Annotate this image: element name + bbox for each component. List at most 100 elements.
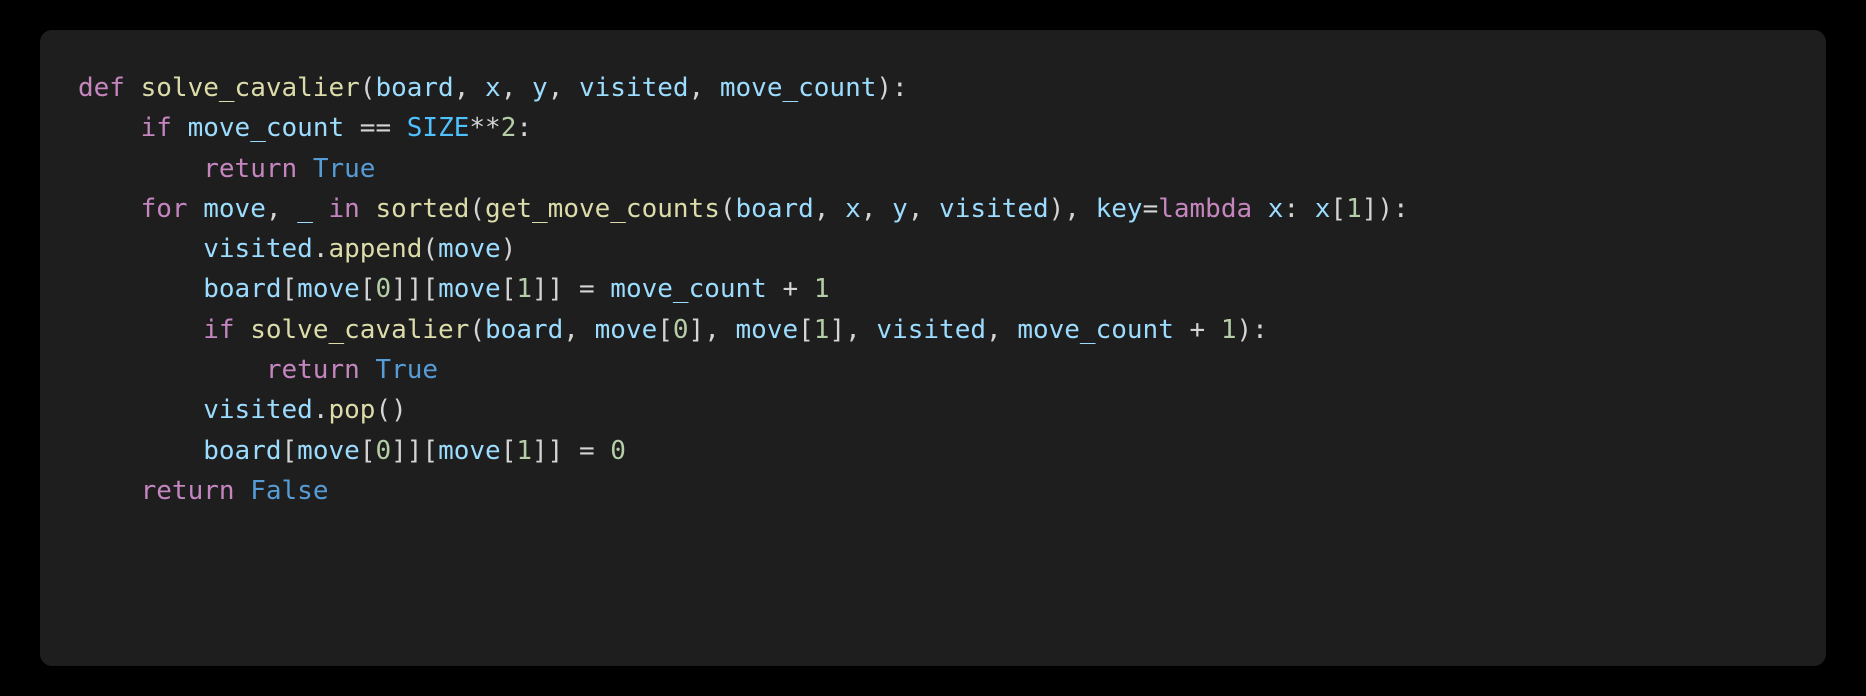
code-token: move_count <box>188 113 345 143</box>
code-token: ) <box>501 234 517 264</box>
code-token: ], <box>829 315 876 345</box>
code-token: solve_cavalier <box>250 315 469 345</box>
code-token: move <box>595 315 658 345</box>
code-token: move_count <box>1017 315 1174 345</box>
code-token: move <box>438 234 501 264</box>
code-token: x <box>845 194 861 224</box>
code-token: ( <box>720 194 736 224</box>
code-token: , <box>501 73 532 103</box>
code-token: : <box>1283 194 1314 224</box>
code-token: , <box>454 73 485 103</box>
code-token: 0 <box>610 436 626 466</box>
code-token: == <box>344 113 407 143</box>
code-token: , <box>563 315 594 345</box>
code-token <box>78 113 141 143</box>
code-token: ** <box>469 113 500 143</box>
code-token: , <box>908 194 939 224</box>
code-token: 2 <box>501 113 517 143</box>
code-token: ]][ <box>391 274 438 304</box>
code-token: , <box>689 73 720 103</box>
code-token: ]): <box>1362 194 1409 224</box>
code-token: [ <box>798 315 814 345</box>
code-token: 1 <box>1346 194 1362 224</box>
code-token <box>360 355 376 385</box>
code-token: move_count <box>720 73 877 103</box>
code-token: move_count <box>610 274 767 304</box>
code-token: sorted <box>375 194 469 224</box>
code-token: , <box>814 194 845 224</box>
code-token: move <box>297 436 360 466</box>
code-token: 0 <box>375 436 391 466</box>
code-token: 1 <box>814 274 830 304</box>
code-token <box>1252 194 1268 224</box>
code-token: return <box>203 154 297 184</box>
code-token: return <box>266 355 360 385</box>
code-token: ): <box>1236 315 1267 345</box>
code-token: if <box>203 315 234 345</box>
code-token: ( <box>469 315 485 345</box>
code-token: board <box>375 73 453 103</box>
code-token <box>78 436 203 466</box>
code-token: move <box>736 315 799 345</box>
code-token <box>235 315 251 345</box>
code-token: x <box>1268 194 1284 224</box>
code-token: ]][ <box>391 436 438 466</box>
code-token <box>235 476 251 506</box>
code-token: move <box>438 436 501 466</box>
code-token: . <box>313 234 329 264</box>
code-token: 1 <box>1221 315 1237 345</box>
code-token: ), <box>1049 194 1096 224</box>
code-token <box>297 154 313 184</box>
code-token: board <box>203 274 281 304</box>
code-token: visited <box>876 315 986 345</box>
code-token: : <box>516 113 532 143</box>
code-token <box>78 274 203 304</box>
code-token: if <box>141 113 172 143</box>
code-token <box>78 154 203 184</box>
code-token: ]] = <box>532 274 610 304</box>
code-token: move <box>297 274 360 304</box>
code-token <box>78 315 203 345</box>
code-token: [ <box>1330 194 1346 224</box>
code-token <box>172 113 188 143</box>
code-token: key <box>1096 194 1143 224</box>
code-token: [ <box>501 274 517 304</box>
code-token: [ <box>282 436 298 466</box>
code-token: , <box>548 73 579 103</box>
code-token: x <box>1315 194 1331 224</box>
code-token: 1 <box>516 436 532 466</box>
code-token: in <box>329 194 360 224</box>
code-token: 0 <box>673 315 689 345</box>
code-token: [ <box>501 436 517 466</box>
code-token: () <box>375 395 406 425</box>
code-token: lambda <box>1158 194 1252 224</box>
code-token: def <box>78 73 125 103</box>
code-token: . <box>313 395 329 425</box>
code-token: False <box>250 476 328 506</box>
code-token: True <box>375 355 438 385</box>
code-token <box>188 194 204 224</box>
code: def solve_cavalier(board, x, y, visited,… <box>78 73 1409 506</box>
code-token: + <box>767 274 814 304</box>
code-token: , <box>986 315 1017 345</box>
code-token: True <box>313 154 376 184</box>
code-token: ]] = <box>532 436 610 466</box>
code-token <box>78 355 266 385</box>
code-token: ( <box>469 194 485 224</box>
code-token: [ <box>282 274 298 304</box>
code-token: [ <box>360 274 376 304</box>
code-content: def solve_cavalier(board, x, y, visited,… <box>78 68 1788 511</box>
code-token <box>360 194 376 224</box>
code-token: board <box>485 315 563 345</box>
code-token <box>78 234 203 264</box>
code-token: [ <box>657 315 673 345</box>
code-token: visited <box>939 194 1049 224</box>
code-token: pop <box>328 395 375 425</box>
code-block: def solve_cavalier(board, x, y, visited,… <box>40 30 1826 666</box>
code-token: visited <box>203 395 313 425</box>
code-token: [ <box>360 436 376 466</box>
code-token: _ <box>297 194 313 224</box>
code-token: move <box>438 274 501 304</box>
code-token: ( <box>422 234 438 264</box>
code-token: return <box>141 476 235 506</box>
